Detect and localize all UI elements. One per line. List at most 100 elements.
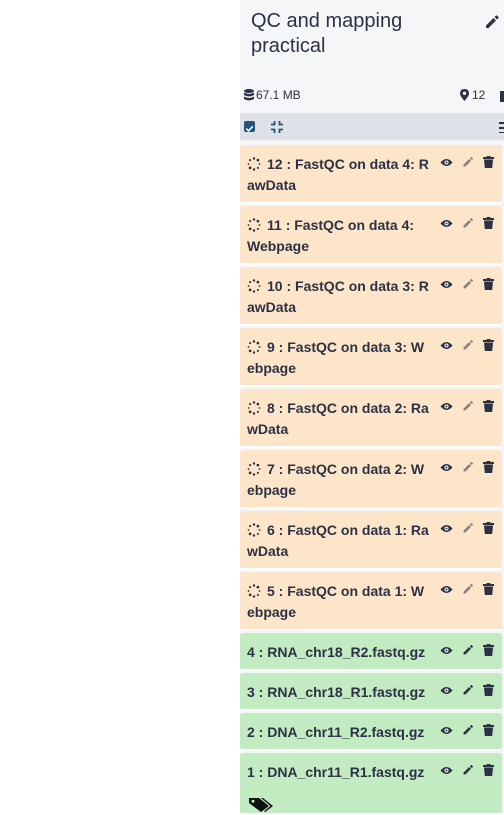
dataset-item[interactable]: 3 : RNA_chr18_R1.fastq.gz [240, 673, 502, 711]
dataset-title-text: 10 : FastQC on data 3: RawData [247, 278, 429, 315]
history-size[interactable]: 67.1 MB [244, 88, 301, 102]
edit-pencil-icon[interactable] [460, 683, 475, 697]
spinner-icon [247, 339, 261, 354]
dataset-title[interactable]: 1 : DNA_chr11_R1.fastq.gz [247, 762, 430, 783]
edit-pencil-icon[interactable] [460, 643, 475, 657]
dataset-actions [439, 460, 496, 474]
spinner-icon [247, 217, 261, 232]
edit-history-pencil-icon[interactable] [484, 14, 500, 30]
edit-pencil-icon[interactable] [460, 216, 475, 230]
dataset-title[interactable]: 11 : FastQC on data 4: Webpage [247, 215, 430, 257]
view-eye-icon[interactable] [439, 683, 454, 697]
dataset-title[interactable]: 12 : FastQC on data 4: RawData [247, 154, 430, 196]
dataset-title[interactable]: 7 : FastQC on data 2: Webpage [247, 459, 430, 501]
history-more-stat[interactable] [500, 88, 504, 102]
dataset-title-text: 4 : RNA_chr18_R2.fastq.gz [247, 644, 426, 660]
edit-pencil-icon[interactable] [460, 277, 475, 291]
edit-pencil-icon[interactable] [460, 460, 475, 474]
spinner-icon [247, 278, 261, 293]
dataset-item[interactable]: 10 : FastQC on data 3: RawData [240, 267, 502, 326]
spinner-icon [247, 156, 261, 171]
view-eye-icon[interactable] [439, 277, 454, 291]
delete-trash-icon[interactable] [481, 216, 496, 230]
dataset-title[interactable]: 9 : FastQC on data 3: Webpage [247, 337, 430, 379]
edit-pencil-icon[interactable] [460, 763, 475, 777]
history-toolbar [240, 113, 504, 140]
delete-trash-icon[interactable] [481, 643, 496, 657]
edit-pencil-icon[interactable] [460, 399, 475, 413]
dataset-title-text: 2 : DNA_chr11_R2.fastq.gz [247, 724, 425, 740]
view-eye-icon[interactable] [439, 521, 454, 535]
delete-trash-icon[interactable] [481, 582, 496, 596]
dataset-item[interactable]: 5 : FastQC on data 1: Webpage [240, 572, 502, 631]
view-eye-icon[interactable] [439, 723, 454, 737]
dataset-item[interactable]: 7 : FastQC on data 2: Webpage [240, 450, 502, 509]
delete-trash-icon[interactable] [481, 723, 496, 737]
view-eye-icon[interactable] [439, 763, 454, 777]
history-size-label: 67.1 MB [256, 88, 301, 102]
edit-pencil-icon[interactable] [460, 582, 475, 596]
delete-trash-icon[interactable] [481, 399, 496, 413]
dataset-item[interactable]: 8 : FastQC on data 2: RawData [240, 389, 502, 448]
edit-pencil-icon[interactable] [460, 723, 475, 737]
dataset-actions [439, 723, 496, 737]
dataset-actions [439, 763, 496, 777]
dataset-actions [439, 155, 496, 169]
collapse-all-compress-icon[interactable] [270, 120, 284, 134]
delete-trash-icon[interactable] [481, 277, 496, 291]
dataset-actions [439, 643, 496, 657]
edit-pencil-icon[interactable] [460, 155, 475, 169]
delete-trash-icon[interactable] [481, 521, 496, 535]
dataset-title-text: 7 : FastQC on data 2: Webpage [247, 461, 425, 498]
spinner-icon [247, 400, 261, 415]
dataset-title-text: 9 : FastQC on data 3: Webpage [247, 339, 425, 376]
delete-trash-icon[interactable] [481, 763, 496, 777]
dataset-actions [439, 338, 496, 352]
dataset-item[interactable]: 6 : FastQC on data 1: RawData [240, 511, 502, 570]
spinner-icon [247, 522, 261, 537]
dataset-title[interactable]: 4 : RNA_chr18_R2.fastq.gz [247, 642, 430, 663]
history-title[interactable]: QC and mapping practical [251, 9, 466, 59]
dataset-actions [439, 521, 496, 535]
view-eye-icon[interactable] [439, 582, 454, 596]
spinner-icon [247, 461, 261, 476]
database-icon [244, 89, 254, 101]
edit-pencil-icon[interactable] [460, 338, 475, 352]
view-eye-icon[interactable] [439, 338, 454, 352]
dataset-actions [439, 582, 496, 596]
delete-trash-icon[interactable] [481, 683, 496, 697]
edit-pencil-icon[interactable] [460, 521, 475, 535]
dataset-title[interactable]: 8 : FastQC on data 2: RawData [247, 398, 430, 440]
view-eye-icon[interactable] [439, 643, 454, 657]
dataset-actions [439, 399, 496, 413]
dataset-title-text: 1 : DNA_chr11_R1.fastq.gz [247, 764, 425, 780]
dataset-title[interactable]: 2 : DNA_chr11_R2.fastq.gz [247, 722, 430, 743]
map-marker-icon [460, 89, 469, 101]
dataset-title-text: 12 : FastQC on data 4: RawData [247, 156, 429, 193]
tags-icon[interactable] [248, 797, 274, 813]
dataset-item[interactable]: 11 : FastQC on data 4: Webpage [240, 206, 502, 265]
dataset-title[interactable]: 6 : FastQC on data 1: RawData [247, 520, 430, 562]
view-eye-icon[interactable] [439, 216, 454, 230]
spinner-icon [247, 583, 261, 598]
toolbar-more-icon[interactable] [499, 121, 504, 133]
dataset-title[interactable]: 10 : FastQC on data 3: RawData [247, 276, 430, 318]
dataset-title[interactable]: 3 : RNA_chr18_R1.fastq.gz [247, 682, 430, 703]
dataset-title[interactable]: 5 : FastQC on data 1: Webpage [247, 581, 430, 623]
delete-trash-icon[interactable] [481, 338, 496, 352]
dataset-title-text: 5 : FastQC on data 1: Webpage [247, 583, 425, 620]
dataset-item[interactable]: 4 : RNA_chr18_R2.fastq.gz [240, 633, 502, 671]
view-eye-icon[interactable] [439, 399, 454, 413]
dataset-title-text: 8 : FastQC on data 2: RawData [247, 400, 429, 437]
history-count-label: 12 [472, 88, 486, 102]
dataset-item[interactable]: 2 : DNA_chr11_R2.fastq.gz [240, 713, 502, 751]
history-count[interactable]: 12 [460, 88, 485, 102]
view-eye-icon[interactable] [439, 155, 454, 169]
select-all-checkbox-icon[interactable] [244, 121, 255, 132]
delete-trash-icon[interactable] [481, 155, 496, 169]
dataset-item[interactable]: 9 : FastQC on data 3: Webpage [240, 328, 502, 387]
dataset-item[interactable]: 1 : DNA_chr11_R1.fastq.gz [240, 753, 502, 815]
delete-trash-icon[interactable] [481, 460, 496, 474]
dataset-item[interactable]: 12 : FastQC on data 4: RawData [240, 145, 502, 204]
view-eye-icon[interactable] [439, 460, 454, 474]
